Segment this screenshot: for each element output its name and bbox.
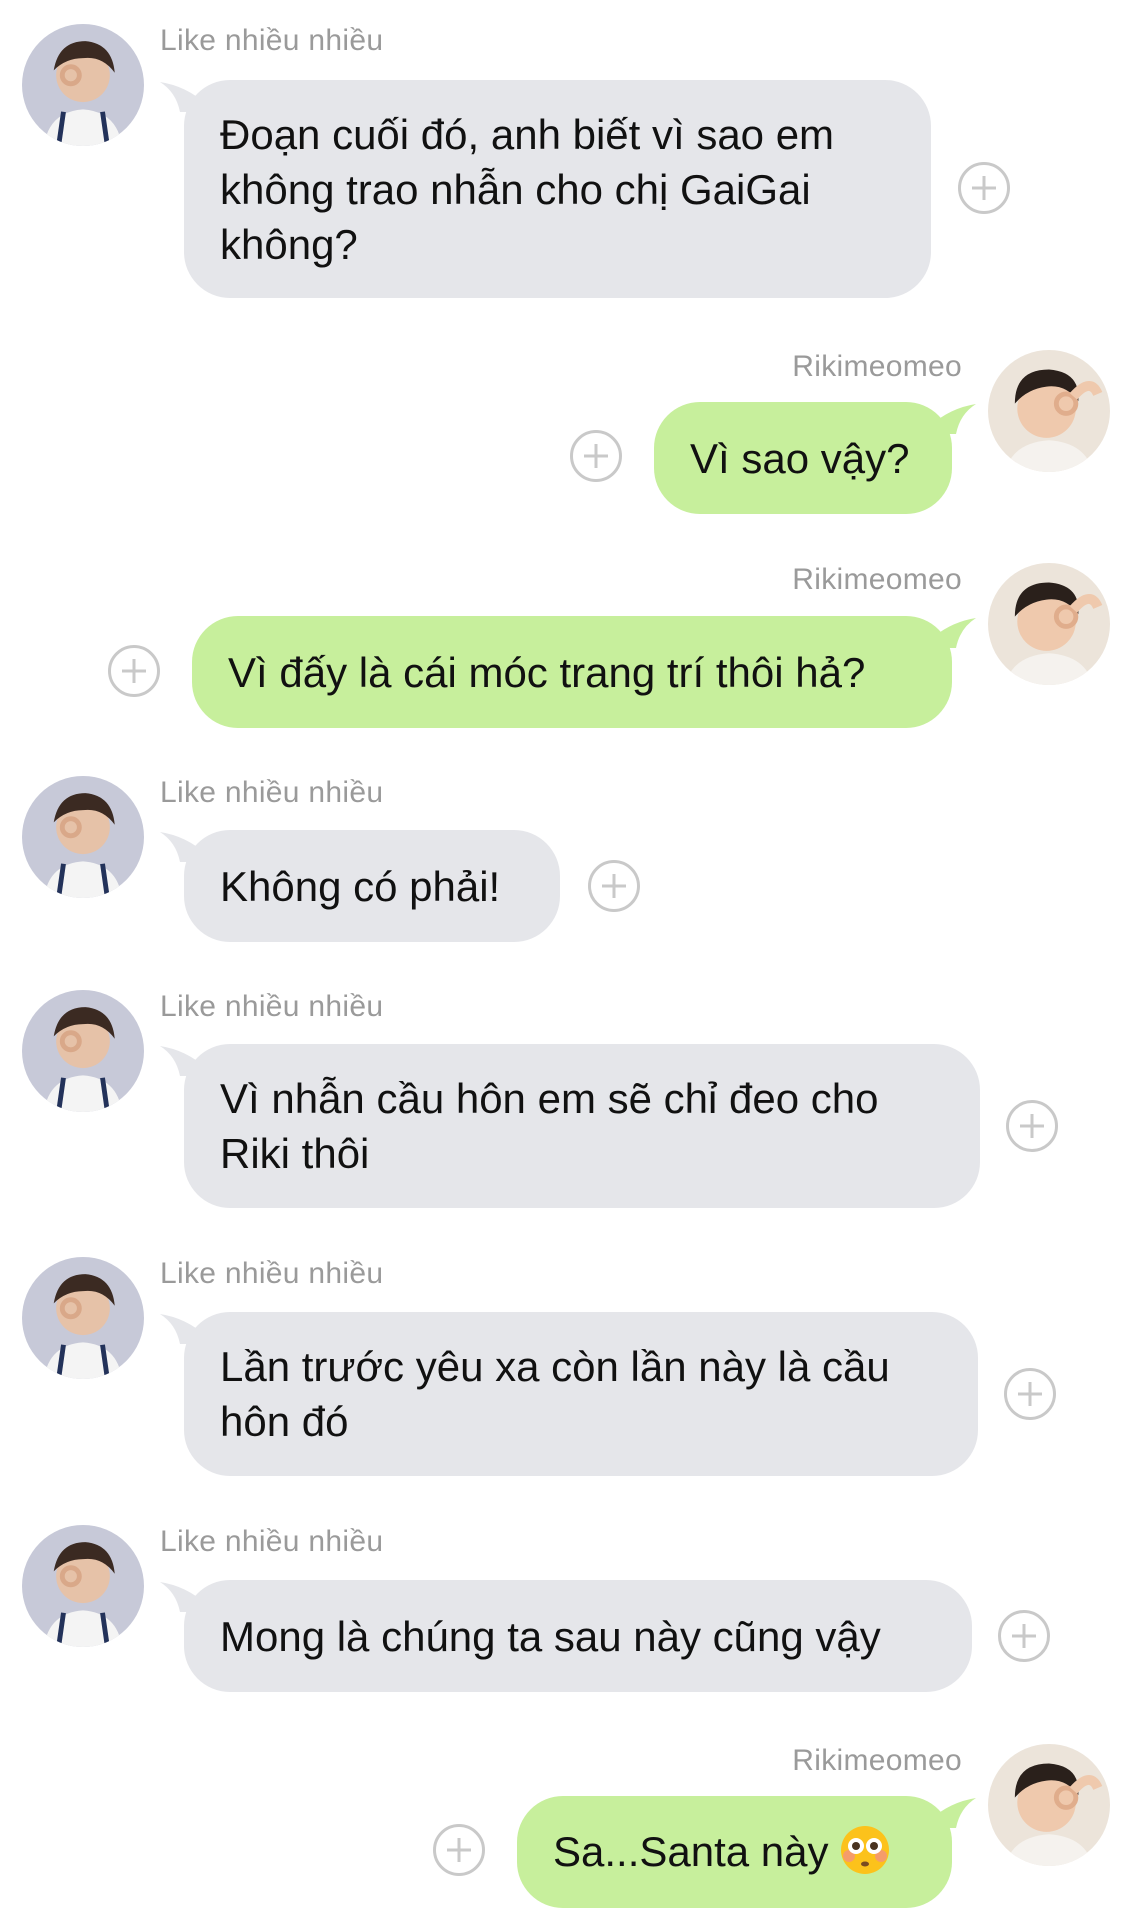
message-text: Không có phải! <box>220 862 501 910</box>
add-reaction-icon[interactable] <box>1004 1368 1056 1420</box>
message-bubble[interactable]: Sa...Santa này <box>517 1796 952 1908</box>
avatar-icon[interactable] <box>22 776 144 898</box>
bubble-tail <box>930 404 976 434</box>
sender-name: Rikimeomeo <box>792 1744 962 1777</box>
flushed-face-icon <box>840 1826 889 1875</box>
message-text: Mong là chúng ta sau này cũng vậy <box>220 1612 881 1660</box>
message-bubble[interactable]: Mong là chúng ta sau này cũng vậy <box>184 1580 972 1692</box>
sender-name: Like nhiều nhiều <box>160 1525 384 1558</box>
add-reaction-icon[interactable] <box>588 860 640 912</box>
avatar-icon[interactable] <box>22 1257 144 1379</box>
message-bubble[interactable]: Vì đấy là cái móc trang trí thôi hả? <box>192 616 952 728</box>
message-bubble[interactable]: Vì sao vậy? <box>654 402 952 514</box>
add-reaction-icon[interactable] <box>108 645 160 697</box>
add-reaction-icon[interactable] <box>433 1824 485 1876</box>
avatar-icon[interactable] <box>22 990 144 1112</box>
message-bubble[interactable]: Lần trước yêu xa còn lần này là cầu hôn … <box>184 1312 978 1476</box>
message-bubble[interactable]: Đoạn cuối đó, anh biết vì sao em không t… <box>184 80 931 298</box>
message-text-body: Sa...Santa này <box>553 1827 829 1875</box>
sender-name: Like nhiều nhiều <box>160 776 384 809</box>
avatar-icon[interactable] <box>22 24 144 146</box>
sender-name: Rikimeomeo <box>792 350 962 383</box>
message-text: Lần trước yêu xa còn lần này là cầu hôn … <box>220 1343 890 1445</box>
avatar-icon[interactable] <box>22 1525 144 1647</box>
sender-name: Like nhiều nhiều <box>160 990 384 1023</box>
bubble-tail <box>930 1798 976 1828</box>
add-reaction-icon[interactable] <box>958 162 1010 214</box>
avatar-icon[interactable] <box>988 350 1110 472</box>
sender-name: Rikimeomeo <box>792 563 962 596</box>
add-reaction-icon[interactable] <box>998 1610 1050 1662</box>
sender-name: Like nhiều nhiều <box>160 24 384 57</box>
message-bubble[interactable]: Không có phải! <box>184 830 560 942</box>
message-text: Sa...Santa này <box>553 1824 891 1881</box>
message-text: Vì nhẫn cầu hôn em sẽ chỉ đeo cho Riki t… <box>220 1075 879 1177</box>
bubble-tail <box>930 618 976 648</box>
add-reaction-icon[interactable] <box>570 430 622 482</box>
avatar-icon[interactable] <box>988 563 1110 685</box>
message-text: Vì đấy là cái móc trang trí thôi hả? <box>228 648 866 696</box>
sender-name: Like nhiều nhiều <box>160 1257 384 1290</box>
message-bubble[interactable]: Vì nhẫn cầu hôn em sẽ chỉ đeo cho Riki t… <box>184 1044 980 1208</box>
message-text: Đoạn cuối đó, anh biết vì sao em không t… <box>220 110 835 268</box>
chat-thread: Like nhiều nhiều Đoạn cuối đó, anh biết … <box>0 0 1129 1920</box>
message-text: Vì sao vậy? <box>690 434 910 482</box>
avatar-icon[interactable] <box>988 1744 1110 1866</box>
add-reaction-icon[interactable] <box>1006 1100 1058 1152</box>
